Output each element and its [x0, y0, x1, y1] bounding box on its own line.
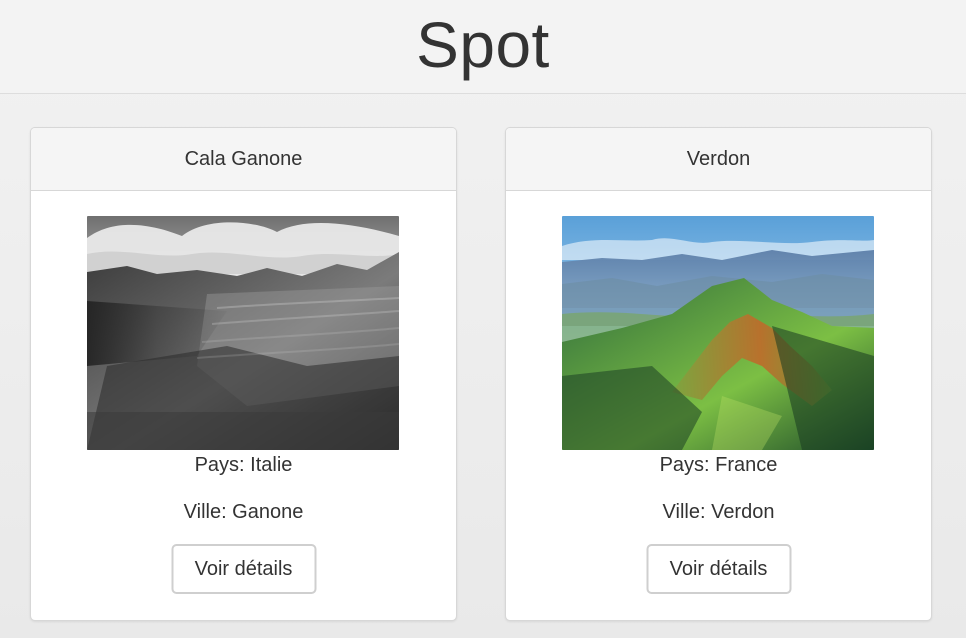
- spot-image: [87, 216, 399, 450]
- card-title: Verdon: [506, 128, 931, 191]
- view-details-button[interactable]: Voir détails: [646, 544, 791, 594]
- page-header: Spot: [0, 0, 966, 94]
- view-details-button[interactable]: Voir détails: [171, 544, 316, 594]
- spot-image: [562, 216, 874, 450]
- card-body: Pays: Italie Ville: Ganone Voir détails: [31, 191, 456, 620]
- country-text: Pays: Italie: [194, 454, 293, 476]
- city-text: Ville: Ganone: [183, 501, 304, 523]
- page-title: Spot: [416, 8, 550, 81]
- spot-card: Verdon Pays: France Ville: Verdon Voir d…: [505, 127, 932, 621]
- card-body: Pays: France Ville: Verdon Voir détails: [506, 191, 931, 620]
- card-title: Cala Ganone: [31, 128, 456, 191]
- city-text: Ville: Verdon: [662, 501, 775, 523]
- country-text: Pays: France: [659, 454, 778, 476]
- spot-card: Cala Ganone Pays: Italie Ville: Ganone V…: [30, 127, 457, 621]
